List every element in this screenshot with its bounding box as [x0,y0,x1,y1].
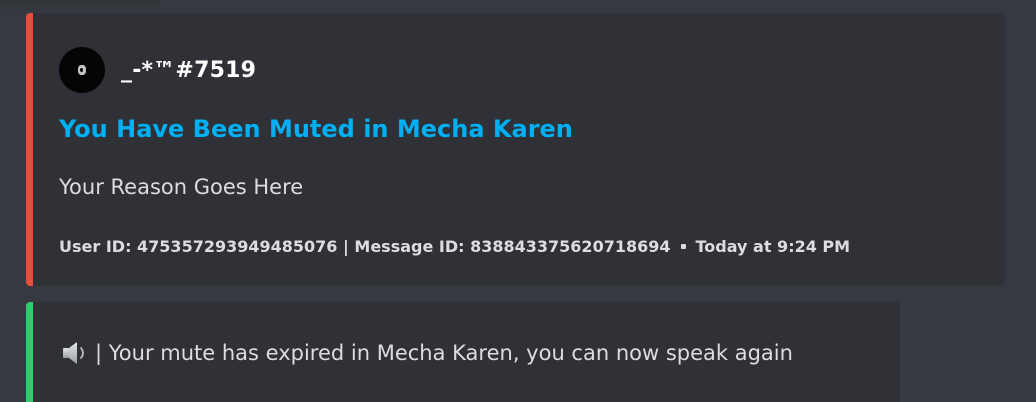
footer-ids: User ID: 475357293949485076 | Message ID… [59,237,671,256]
embed-author: _-*™#7519 [59,46,256,94]
unmute-message: | Your mute has expired in Mecha Karen, … [59,337,793,369]
avatar-icon[interactable] [59,47,105,93]
embed-accent-bar [26,13,33,286]
footer-timestamp: Today at 9:24 PM [695,237,851,256]
embed-title-link[interactable]: You Have Been Muted in Mecha Karen [59,115,573,143]
unmute-text: | Your mute has expired in Mecha Karen, … [95,341,793,365]
avatar-glyph [78,65,86,75]
speaker-icon [59,337,91,369]
embed-accent-bar [26,302,33,402]
previous-message-shadow [0,0,160,14]
unmute-embed: | Your mute has expired in Mecha Karen, … [26,302,900,402]
mute-embed: _-*™#7519 You Have Been Muted in Mecha K… [26,13,1005,286]
author-name[interactable]: _-*™#7519 [121,58,256,83]
chat-area: _-*™#7519 You Have Been Muted in Mecha K… [0,0,1036,402]
embed-footer: User ID: 475357293949485076 | Message ID… [59,237,850,256]
footer-separator [680,244,686,249]
embed-description: Your Reason Goes Here [59,175,304,199]
